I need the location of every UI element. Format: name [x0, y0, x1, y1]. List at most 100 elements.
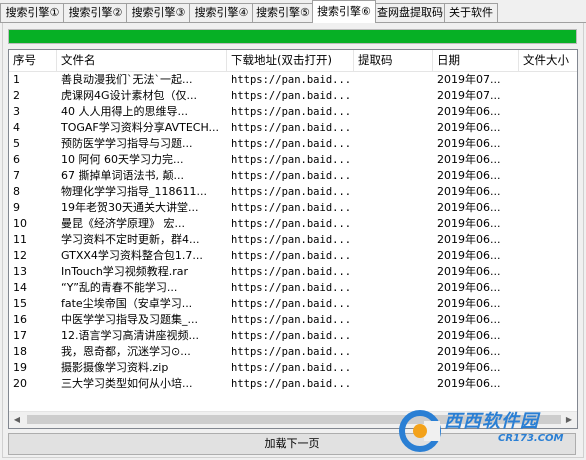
- cell-date: 2019年06...: [437, 169, 501, 182]
- table-row[interactable]: 19 摄影摄像学习资料.zip https://pan.baid... 2019年06…: [9, 360, 577, 376]
- cell-size: [519, 120, 577, 136]
- table-row[interactable]: 12 GTXX4学习资料整合包1.7... https://pan.baid... 2…: [9, 248, 577, 264]
- cell-index: 20: [13, 377, 27, 390]
- cell-date: 2019年07...: [437, 89, 501, 102]
- table-row[interactable]: 8 物理化学学习指导_118611... https://pan.baid... 20…: [9, 184, 577, 200]
- tab-search-engine-3[interactable]: 搜索引擎③: [126, 3, 191, 22]
- cell-size: [519, 328, 577, 344]
- cell-filename: 学习资料不定时更新，群4...: [61, 233, 200, 246]
- cell-filename: 曼昆《经济学原理》 宏...: [61, 217, 185, 230]
- cell-url: https://pan.baid...: [231, 202, 352, 214]
- col-header-size[interactable]: 文件大小: [519, 50, 577, 71]
- tab-search-engine-1[interactable]: 搜索引擎①: [0, 3, 65, 22]
- cell-code: [354, 152, 433, 168]
- cell-date: 2019年06...: [437, 249, 501, 262]
- progress-bar: [8, 29, 577, 44]
- table-row[interactable]: 16 中医学学习指导及习题集_... https://pan.baid... 2019…: [9, 312, 577, 328]
- table-row[interactable]: 10 曼昆《经济学原理》 宏... https://pan.baid... 2019年…: [9, 216, 577, 232]
- cell-size: [519, 152, 577, 168]
- table-row[interactable]: 1 善良动漫我们`无法`一起... https://pan.baid... 2019年…: [9, 72, 577, 88]
- cell-size: [519, 72, 577, 88]
- cell-code: [354, 248, 433, 264]
- cell-date: 2019年06...: [437, 201, 501, 214]
- cell-index: 9: [13, 201, 20, 214]
- tab-about[interactable]: 关于软件: [444, 3, 498, 22]
- cell-size: [519, 376, 577, 392]
- cell-index: 7: [13, 169, 20, 182]
- col-header-date[interactable]: 日期: [433, 50, 519, 71]
- cell-index: 2: [13, 89, 20, 102]
- site-watermark: 西西软件园 CR173.COM: [398, 405, 584, 457]
- cell-code: [354, 216, 433, 232]
- cell-filename: 12.语言学习高清讲座视频...: [61, 329, 199, 342]
- cell-date: 2019年06...: [437, 105, 501, 118]
- col-header-filename[interactable]: 文件名: [57, 50, 227, 71]
- cell-filename: fate尘埃帝国（安卓学习...: [61, 297, 193, 310]
- cell-index: 3: [13, 105, 20, 118]
- scroll-left-icon[interactable]: ◀: [9, 412, 25, 428]
- cell-size: [519, 200, 577, 216]
- cell-size: [519, 360, 577, 376]
- table-row[interactable]: 20 三大学习类型如何从小培... https://pan.baid... 2019年…: [9, 376, 577, 392]
- table-row[interactable]: 5 预防医学学习指导与习题... https://pan.baid... 2019年0…: [9, 136, 577, 152]
- cell-date: 2019年07...: [437, 73, 501, 86]
- cell-size: [519, 88, 577, 104]
- cell-url: https://pan.baid...: [231, 122, 352, 134]
- cell-code: [354, 72, 433, 88]
- cell-url: https://pan.baid...: [231, 250, 352, 262]
- cell-url: https://pan.baid...: [231, 362, 352, 374]
- cell-size: [519, 312, 577, 328]
- cell-filename: 10 阿何 60天学习力完...: [61, 153, 184, 166]
- table-row[interactable]: 18 我，恩奇都，沉迷学习⊙... https://pan.baid... 2019年…: [9, 344, 577, 360]
- table-row[interactable]: 13 InTouch学习视频教程.rar https://pan.baid... 20…: [9, 264, 577, 280]
- table-row[interactable]: 6 10 阿何 60天学习力完... https://pan.baid... 2019…: [9, 152, 577, 168]
- tab-check-pan-code[interactable]: 查网盘提取码: [374, 3, 446, 22]
- cell-code: [354, 312, 433, 328]
- cell-filename: “Y”乱的青春不能学习...: [61, 281, 178, 294]
- table-row[interactable]: 9 19年老贺30天通关大讲堂... https://pan.baid... 2019…: [9, 200, 577, 216]
- cell-date: 2019年06...: [437, 265, 501, 278]
- cell-date: 2019年06...: [437, 377, 501, 390]
- table-row[interactable]: 14 “Y”乱的青春不能学习... https://pan.baid... 2019年…: [9, 280, 577, 296]
- cell-code: [354, 104, 433, 120]
- table-row[interactable]: 11 学习资料不定时更新，群4... https://pan.baid... 2019…: [9, 232, 577, 248]
- cell-date: 2019年06...: [437, 153, 501, 166]
- cell-code: [354, 184, 433, 200]
- cell-filename: 三大学习类型如何从小培...: [61, 377, 193, 390]
- cell-index: 12: [13, 249, 27, 262]
- table-row[interactable]: 3 40 人人用得上的思维导... https://pan.baid... 2019年…: [9, 104, 577, 120]
- cell-date: 2019年06...: [437, 329, 501, 342]
- cell-url: https://pan.baid...: [231, 346, 352, 358]
- cell-filename: 虎课网4G设计素材包（仅...: [61, 89, 198, 102]
- cell-index: 19: [13, 361, 27, 374]
- results-table[interactable]: 序号 文件名 下载地址(双击打开) 提取码 日期 文件大小 1 善良动漫我们`无法…: [8, 49, 578, 429]
- col-header-index[interactable]: 序号: [9, 50, 57, 71]
- cell-filename: 40 人人用得上的思维导...: [61, 105, 188, 118]
- col-header-url[interactable]: 下载地址(双击打开): [227, 50, 354, 71]
- cell-index: 1: [13, 73, 20, 86]
- cell-url: https://pan.baid...: [231, 266, 352, 278]
- cell-index: 6: [13, 153, 20, 166]
- cell-code: [354, 296, 433, 312]
- table-row[interactable]: 4 TOGAF学习资料分享AVTECH... https://pan.baid...…: [9, 120, 577, 136]
- table-row[interactable]: 17 12.语言学习高清讲座视频... https://pan.baid... 201…: [9, 328, 577, 344]
- cell-code: [354, 376, 433, 392]
- cell-filename: TOGAF学习资料分享AVTECH...: [61, 121, 220, 134]
- tab-search-engine-5[interactable]: 搜索引擎⑤: [252, 3, 314, 22]
- tab-search-engine-6[interactable]: 搜索引擎⑥: [312, 0, 376, 23]
- cell-date: 2019年06...: [437, 297, 501, 310]
- table-row[interactable]: 2 虎课网4G设计素材包（仅... https://pan.baid... 2019年…: [9, 88, 577, 104]
- tab-search-engine-2[interactable]: 搜索引擎②: [63, 3, 128, 22]
- table-row[interactable]: 7 67 撕掉单词语法书, 颠... https://pan.baid... 2019…: [9, 168, 577, 184]
- cell-size: [519, 216, 577, 232]
- watermark-brand: 西西软件园: [444, 411, 539, 432]
- cell-size: [519, 168, 577, 184]
- cell-index: 18: [13, 345, 27, 358]
- cell-index: 13: [13, 265, 27, 278]
- tab-search-engine-4[interactable]: 搜索引擎④: [189, 3, 254, 22]
- cell-url: https://pan.baid...: [231, 378, 352, 390]
- table-row[interactable]: 15 fate尘埃帝国（安卓学习... https://pan.baid... 201…: [9, 296, 577, 312]
- cell-url: https://pan.baid...: [231, 154, 352, 166]
- col-header-code[interactable]: 提取码: [354, 50, 433, 71]
- cell-filename: 中医学学习指导及习题集_...: [61, 313, 198, 326]
